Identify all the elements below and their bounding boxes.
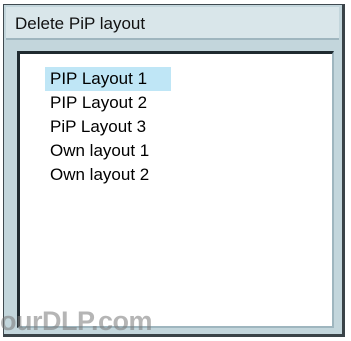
layout-list-item[interactable]: PIP Layout 1 — [45, 67, 171, 91]
layout-list-item[interactable]: Own layout 1 — [45, 139, 171, 163]
dialog-title: Delete PiP layout — [6, 7, 339, 40]
delete-pip-layout-dialog: Delete PiP layout PIP Layout 1 PIP Layou… — [3, 4, 345, 337]
layout-list-item[interactable]: PIP Layout 2 — [45, 91, 171, 115]
layout-list-item[interactable]: Own layout 2 — [45, 163, 171, 187]
layout-list[interactable]: PIP Layout 1 PIP Layout 2 PiP Layout 3 O… — [17, 51, 334, 328]
layout-list-item[interactable]: PiP Layout 3 — [45, 115, 171, 139]
